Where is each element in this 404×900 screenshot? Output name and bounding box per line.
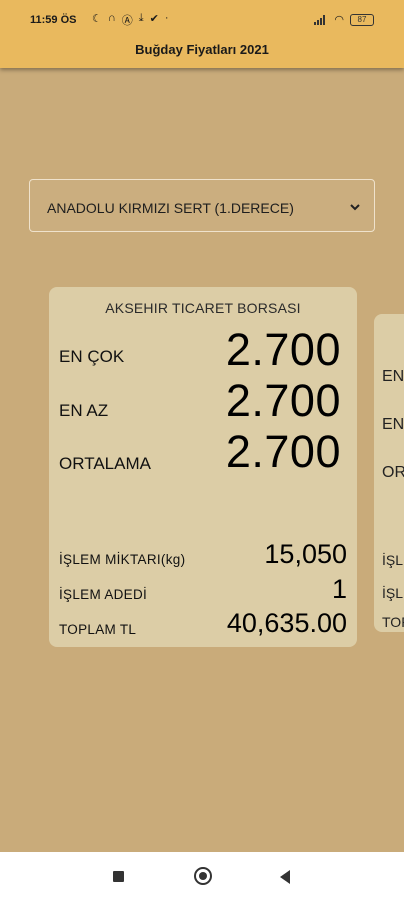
signal-icon bbox=[314, 14, 328, 25]
total-value: 40,635.00 bbox=[226, 608, 347, 638]
next-card-label: TOP bbox=[382, 614, 404, 630]
back-icon[interactable] bbox=[280, 870, 290, 884]
wifi-icon: ◠ bbox=[334, 14, 344, 26]
chevron-down-icon bbox=[350, 204, 360, 211]
battery-icon: 87 bbox=[350, 13, 374, 26]
headphones-icon: ∩ bbox=[107, 12, 116, 24]
quantity-value: 15,050 bbox=[264, 539, 347, 569]
recents-icon[interactable] bbox=[113, 871, 124, 882]
a-badge-icon: Ⓐ bbox=[121, 15, 133, 27]
system-nav-bar bbox=[0, 852, 404, 900]
home-icon[interactable] bbox=[194, 867, 212, 885]
total-label: TOPLAM TL bbox=[59, 622, 137, 637]
max-price-label: EN ÇOK bbox=[59, 347, 125, 366]
check-badge-icon: ✔ bbox=[149, 13, 159, 25]
next-card-label: EN bbox=[382, 368, 404, 385]
page-title: Buğday Fiyatları 2021 bbox=[135, 42, 269, 57]
min-price-label: EN AZ bbox=[59, 401, 109, 420]
exchange-name: AKSEHIR TICARET BORSASI bbox=[105, 300, 301, 316]
status-bar: 11:59 ÖS ☾ ∩ Ⓐ ⤓ ✔ · ◠ 87 bbox=[0, 10, 404, 32]
avg-price-value: 2.700 bbox=[225, 426, 341, 477]
exchange-price-card[interactable]: AKSEHIR TICARET BORSASI EN ÇOK 2.700 EN … bbox=[49, 287, 357, 647]
next-card-label: EN bbox=[382, 416, 404, 433]
dropdown-selected-value: ANADOLU KIRMIZI SERT (1.DERECE) bbox=[47, 200, 294, 216]
next-card-label: İŞL bbox=[382, 585, 404, 601]
avg-price-label: ORTALAMA bbox=[59, 454, 151, 473]
status-right: ◠ 87 bbox=[314, 13, 374, 26]
status-icons: ☾ ∩ Ⓐ ⤓ ✔ · bbox=[92, 12, 169, 28]
transaction-count-value: 1 bbox=[331, 574, 347, 604]
dot-icon: · bbox=[164, 12, 169, 24]
quantity-label: İŞLEM MİKTARI(kg) bbox=[59, 552, 186, 567]
min-price-value: 2.700 bbox=[225, 375, 341, 426]
transaction-count-label: İŞLEM ADEDİ bbox=[59, 587, 148, 602]
next-card-label: İŞL bbox=[382, 552, 404, 568]
next-card-label: OR bbox=[382, 464, 404, 481]
download-icon: ⤓ bbox=[138, 12, 144, 24]
moon-icon: ☾ bbox=[92, 13, 102, 25]
max-price-value: 2.700 bbox=[225, 324, 341, 375]
next-exchange-card[interactable]: EN EN OR İŞL İŞL TOP bbox=[374, 314, 404, 632]
status-time: 11:59 ÖS bbox=[30, 14, 77, 26]
app-bar: 11:59 ÖS ☾ ∩ Ⓐ ⤓ ✔ · ◠ 87 Buğday Fiyatla… bbox=[0, 0, 404, 68]
grade-dropdown[interactable]: ANADOLU KIRMIZI SERT (1.DERECE) bbox=[29, 179, 375, 232]
